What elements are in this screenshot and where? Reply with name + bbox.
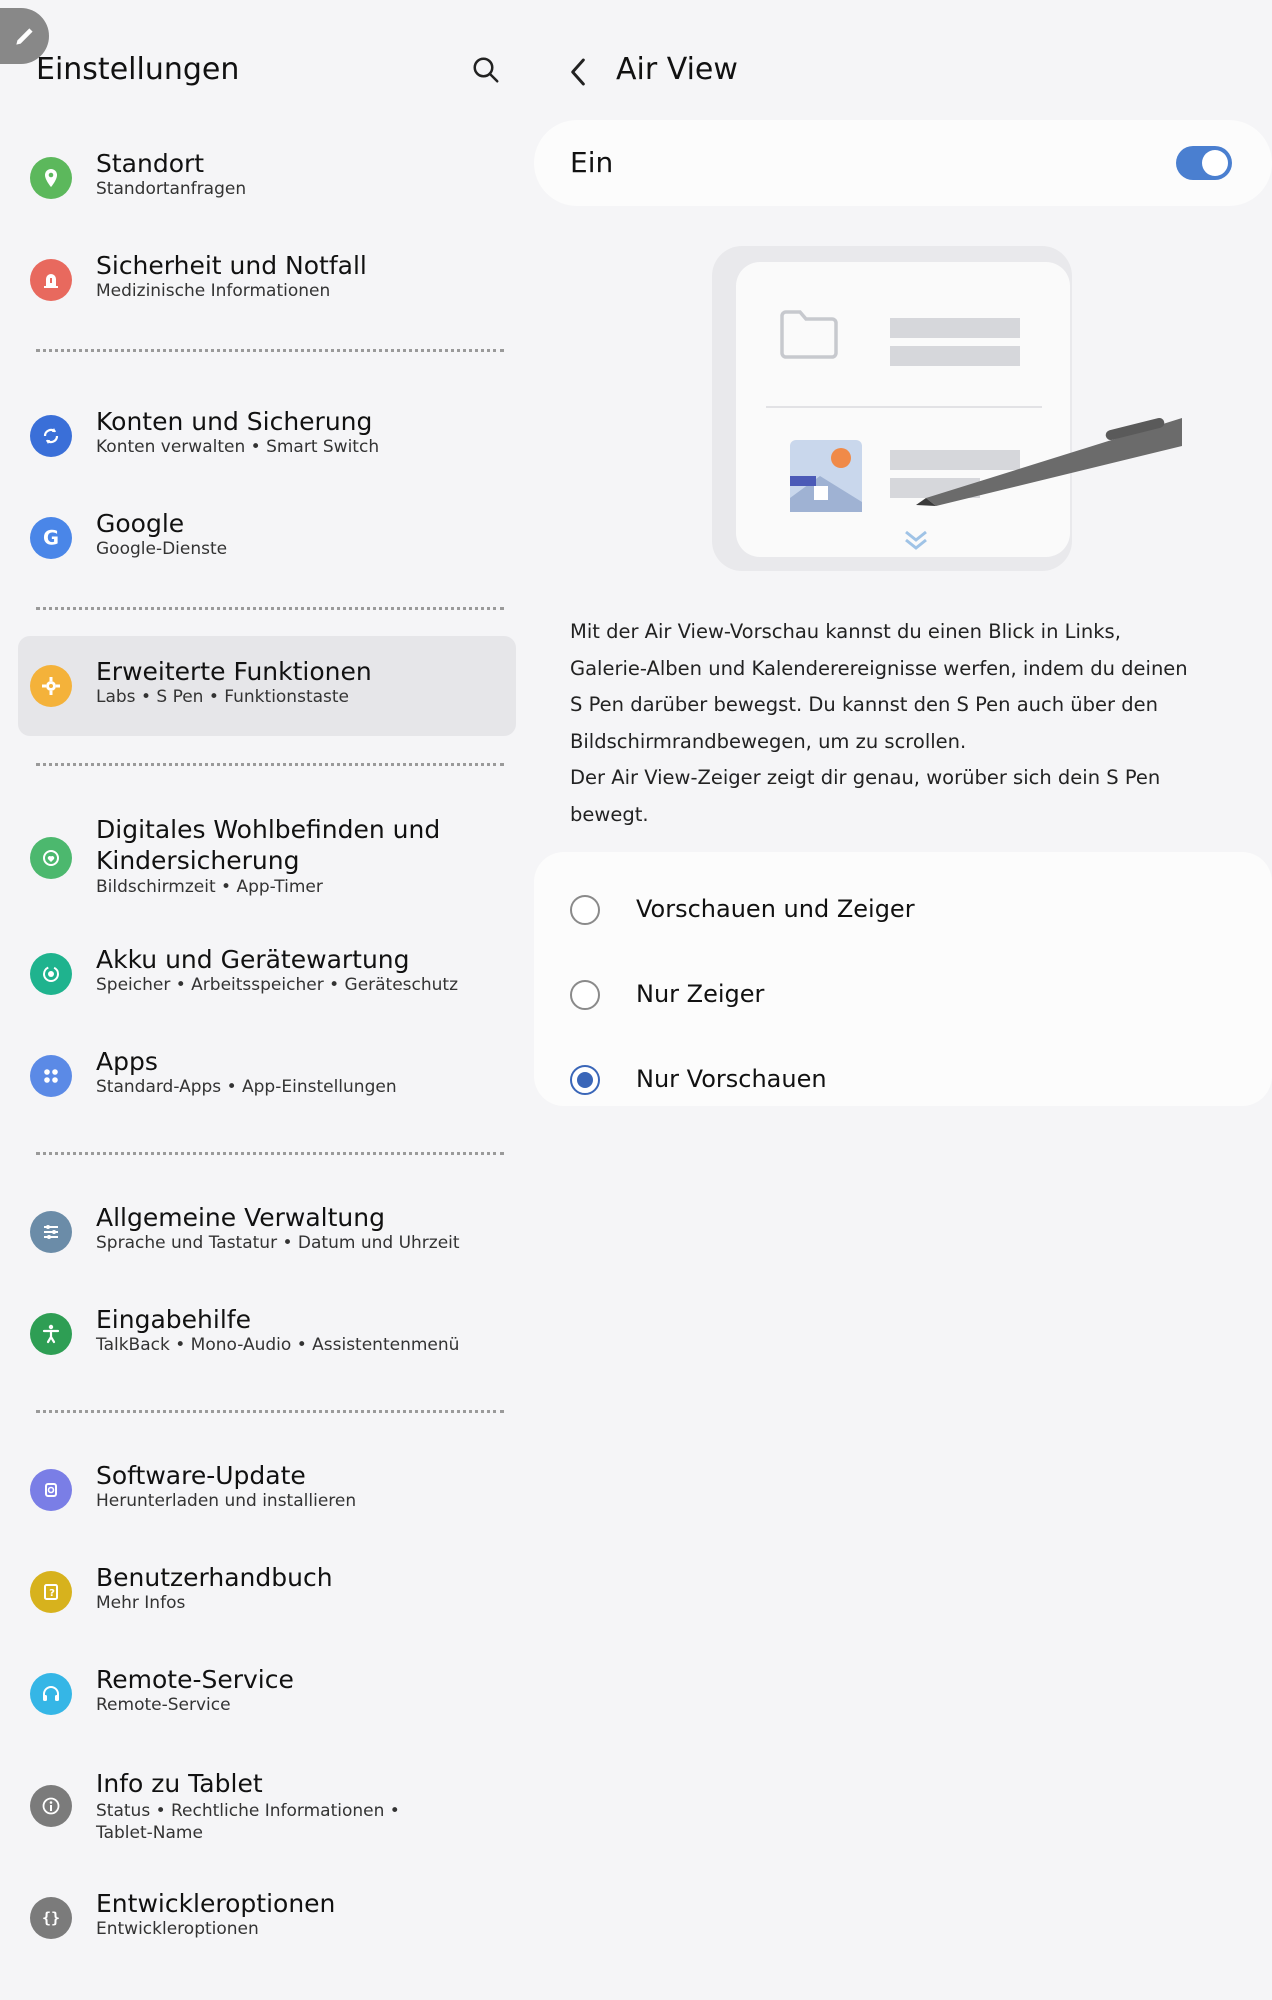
- page-title: Einstellungen: [36, 52, 240, 87]
- menu-item-google[interactable]: G Google Google-Dienste: [18, 488, 516, 588]
- air-view-description: Mit der Air View-Vorschau kannst du eine…: [570, 614, 1210, 834]
- pencil-icon: [15, 28, 33, 45]
- divider: [36, 607, 504, 610]
- svg-text:?: ?: [49, 1588, 55, 1599]
- menu-item-title: Konten und Sicherung: [96, 407, 373, 436]
- menu-item-title: Entwickleroptionen: [96, 1889, 336, 1918]
- braces-icon: {}: [30, 1897, 72, 1939]
- menu-item-subtitle: TalkBack • Mono-Audio • Assistentenmenü: [96, 1335, 460, 1355]
- divider: [36, 349, 504, 352]
- gallery-icon: [790, 440, 862, 512]
- air-view-toggle-row[interactable]: Ein: [534, 120, 1272, 206]
- menu-item-wohlbefinden[interactable]: Digitales Wohlbefinden und Kindersicheru…: [18, 800, 516, 916]
- menu-item-apps[interactable]: Apps Standard-Apps • App-Einstellungen: [18, 1026, 516, 1126]
- air-view-switch[interactable]: [1176, 146, 1232, 180]
- menu-item-subtitle: Herunterladen und installieren: [96, 1491, 357, 1511]
- search-icon: [473, 57, 499, 83]
- headset-icon: [30, 1673, 72, 1715]
- description-line: bewegt.: [570, 802, 649, 826]
- menu-item-title: Digitales Wohlbefinden und Kindersicheru…: [96, 815, 441, 875]
- description-line: Der Air View-Zeiger zeigt dir genau, wor…: [570, 766, 1161, 790]
- switch-knob: [1202, 150, 1228, 176]
- manual-icon: ?: [30, 1571, 72, 1613]
- menu-item-konten[interactable]: Konten und Sicherung Konten verwalten • …: [18, 386, 516, 486]
- option-label: Nur Vorschauen: [636, 1065, 827, 1093]
- menu-item-title: Erweiterte Funktionen: [96, 657, 372, 686]
- svg-text:{}: {}: [42, 1909, 60, 1927]
- menu-item-standort[interactable]: Standort Standortanfragen: [18, 128, 516, 228]
- menu-item-subtitle: Labs • S Pen • Funktionstaste: [96, 687, 350, 707]
- divider: [36, 763, 504, 766]
- star-gear-icon: [30, 665, 72, 707]
- menu-item-title: Apps: [96, 1047, 158, 1076]
- location-icon: [30, 157, 72, 199]
- menu-item-subtitle: Entwickleroptionen: [96, 1919, 259, 1939]
- radio-button-selected[interactable]: [570, 1065, 600, 1095]
- google-icon: G: [30, 517, 72, 559]
- menu-item-title: Standort: [96, 149, 205, 178]
- divider: [36, 1152, 504, 1155]
- menu-item-benutzerhandbuch[interactable]: ? Benutzerhandbuch Mehr Infos: [18, 1542, 516, 1642]
- divider: [36, 1410, 504, 1413]
- wellbeing-icon: [30, 837, 72, 879]
- description-line: Galerie-Alben und Kalenderereignisse wer…: [570, 656, 1188, 680]
- description-line: Mit der Air View-Vorschau kannst du eine…: [570, 620, 1121, 643]
- back-button[interactable]: [560, 52, 596, 92]
- menu-item-title: Info zu Tablet: [96, 1769, 263, 1798]
- option-label: Vorschauen und Zeiger: [636, 895, 915, 923]
- menu-item-subtitle: Standortanfragen: [96, 179, 247, 199]
- menu-item-title: Akku und Gerätewartung: [96, 945, 410, 974]
- detail-title: Air View: [616, 52, 738, 87]
- menu-item-subtitle: Standard-Apps • App-Einstellungen: [96, 1077, 397, 1097]
- menu-item-subtitle: Sprache und Tastatur • Datum und Uhrzeit: [96, 1233, 460, 1253]
- menu-item-sicherheit[interactable]: Sicherheit und Notfall Medizinische Info…: [18, 230, 516, 330]
- emergency-icon: [30, 259, 72, 301]
- description-line: S Pen darüber bewegst. Du kannst den S P…: [570, 693, 1158, 717]
- option-nur-zeiger[interactable]: Nur Zeiger: [534, 963, 1272, 1027]
- menu-item-remote-service[interactable]: Remote-Service Remote-Service: [18, 1644, 516, 1744]
- menu-item-allgemeine-verwaltung[interactable]: Allgemeine Verwaltung Sprache und Tastat…: [18, 1182, 516, 1282]
- accessibility-icon: [30, 1313, 72, 1355]
- toggle-label: Ein: [570, 146, 614, 179]
- option-nur-vorschauen[interactable]: Nur Vorschauen: [534, 1048, 1272, 1112]
- menu-item-subtitle: Status • Rechtliche Informationen • Tabl…: [96, 1801, 400, 1843]
- menu-item-subtitle: Google-Dienste: [96, 539, 228, 559]
- info-icon: [30, 1785, 72, 1827]
- description-line: Bildschirmrandbewegen, um zu scrollen.: [570, 729, 967, 753]
- menu-item-software-update[interactable]: Software-Update Herunterladen und instal…: [18, 1440, 516, 1540]
- menu-item-subtitle: Konten verwalten • Smart Switch: [96, 437, 380, 457]
- sync-icon: [30, 415, 72, 457]
- menu-item-subtitle: Remote-Service: [96, 1695, 231, 1715]
- sliders-icon: [30, 1211, 72, 1253]
- air-view-illustration: [712, 246, 1182, 571]
- update-icon: [30, 1469, 72, 1511]
- menu-item-title: Google: [96, 509, 185, 538]
- battery-care-icon: [30, 953, 72, 995]
- menu-item-title: Remote-Service: [96, 1665, 294, 1694]
- option-label: Nur Zeiger: [636, 980, 765, 1008]
- menu-item-title: Sicherheit und Notfall: [96, 251, 367, 280]
- menu-item-subtitle: Speicher • Arbeitsspeicher • Geräteschut…: [96, 975, 459, 995]
- radio-button[interactable]: [570, 980, 600, 1010]
- menu-item-erweiterte-funktionen[interactable]: Erweiterte Funktionen Labs • S Pen • Fun…: [18, 636, 516, 736]
- svg-text:G: G: [43, 527, 59, 550]
- apps-icon: [30, 1055, 72, 1097]
- menu-item-subtitle: Mehr Infos: [96, 1593, 186, 1613]
- radio-button[interactable]: [570, 895, 600, 925]
- chevron-left-icon: [571, 58, 585, 86]
- air-view-options: Vorschauen und Zeiger Nur Zeiger Nur Vor…: [534, 852, 1272, 1106]
- menu-item-eingabehilfe[interactable]: Eingabehilfe TalkBack • Mono-Audio • Ass…: [18, 1284, 516, 1384]
- menu-item-entwickleroptionen[interactable]: {} Entwickleroptionen Entwickleroptionen: [18, 1868, 516, 1968]
- menu-item-title: Software-Update: [96, 1461, 306, 1490]
- menu-item-subtitle: Bildschirmzeit • App-Timer: [96, 877, 323, 897]
- settings-panel: Einstellungen Standort Standortanfragen …: [0, 0, 530, 2000]
- menu-item-title: Eingabehilfe: [96, 1305, 251, 1334]
- menu-item-subtitle: Medizinische Informationen: [96, 281, 331, 301]
- search-button[interactable]: [468, 52, 504, 88]
- menu-item-akku[interactable]: Akku und Gerätewartung Speicher • Arbeit…: [18, 924, 516, 1024]
- menu-item-title: Allgemeine Verwaltung: [96, 1203, 385, 1232]
- menu-item-info-zu-tablet[interactable]: Info zu Tablet Status • Rechtliche Infor…: [18, 1756, 516, 1856]
- menu-item-title: Benutzerhandbuch: [96, 1563, 333, 1592]
- option-vorschauen-und-zeiger[interactable]: Vorschauen und Zeiger: [534, 878, 1272, 942]
